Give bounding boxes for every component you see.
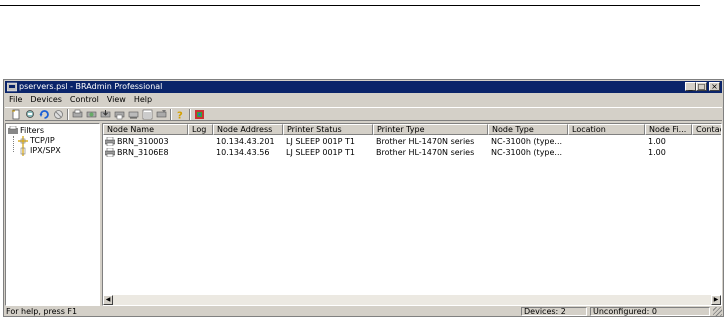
status-devices: Devices: 2 — [521, 307, 587, 316]
column-header[interactable]: Printer Type — [373, 124, 488, 135]
network-icon — [20, 146, 26, 156]
status-help: For help, press F1 — [6, 307, 78, 316]
search-devices-icon[interactable] — [25, 109, 36, 120]
load-firmware-icon[interactable] — [100, 109, 111, 120]
menu-devices[interactable]: Devices — [26, 94, 66, 106]
cell-node-firmware: 1.00 — [648, 148, 666, 157]
maximize-button[interactable]: □ — [696, 82, 707, 91]
cell-node-type: NC-3100h (type... — [491, 148, 563, 157]
column-header[interactable]: Contac — [692, 124, 721, 135]
cell-printer-type: Brother HL-1470N series — [376, 148, 475, 157]
menu-control[interactable]: Control — [66, 94, 103, 106]
app-window: pservers.psl - BRAdmin Professional _ □ … — [3, 79, 724, 317]
filters-icon — [8, 126, 18, 134]
menu-help[interactable]: Help — [130, 94, 156, 106]
column-header[interactable]: Node Type — [488, 124, 568, 135]
send-file-icon[interactable] — [114, 109, 125, 120]
cell-node-firmware: 1.00 — [648, 137, 666, 146]
toolbar-separator — [189, 109, 191, 120]
horizontal-scrollbar[interactable]: ◀ ▶ — [103, 295, 721, 305]
cell-location — [571, 147, 643, 158]
cell-node-name: BRN_310003 — [117, 137, 169, 146]
tree-item-tcpip[interactable]: TCP/IP — [30, 136, 55, 146]
scroll-left-icon[interactable]: ◀ — [103, 295, 113, 305]
cell-contact — [695, 136, 721, 147]
help-icon[interactable]: ? — [175, 109, 186, 121]
window-title: pservers.psl - BRAdmin Professional — [19, 82, 163, 91]
cell-log — [191, 136, 211, 147]
title-bar[interactable]: pservers.psl - BRAdmin Professional _ □ … — [5, 81, 722, 93]
cell-printer-type: Brother HL-1470N series — [376, 137, 475, 146]
window-controls: _ □ × — [685, 82, 720, 92]
svg-text:?: ? — [177, 111, 183, 121]
toolbar-separator — [170, 109, 172, 120]
column-header[interactable]: Node Address — [213, 124, 283, 135]
toolbar-separator — [67, 109, 69, 120]
cell-printer-status: LJ SLEEP 001P T1 — [286, 137, 355, 146]
filter-tree: Filters TCP/IP IPX/SPX — [5, 123, 100, 306]
printer-icon — [105, 137, 115, 146]
cell-contact — [695, 147, 721, 158]
about-icon[interactable] — [194, 109, 205, 120]
table-row[interactable]: BRN_310003 10.134.43.201 LJ SLEEP 001P T… — [103, 136, 721, 147]
resize-grip-icon[interactable] — [713, 307, 722, 316]
cell-node-name: BRN_3106E8 — [117, 148, 169, 157]
column-header[interactable]: Location — [568, 124, 645, 135]
toolbar: ? — [5, 107, 722, 121]
close-button[interactable]: × — [709, 82, 720, 91]
status-unconfigured: Unconfigured: 0 — [590, 307, 710, 316]
menu-view[interactable]: View — [103, 94, 130, 106]
menu-bar: File Devices Control View Help — [5, 94, 722, 106]
stop-icon[interactable] — [53, 109, 64, 120]
scroll-right-icon[interactable]: ▶ — [711, 295, 721, 305]
cell-node-address: 10.134.43.201 — [216, 137, 275, 146]
refresh-icon[interactable] — [39, 109, 50, 120]
page-rule — [0, 5, 700, 6]
new-icon[interactable] — [11, 109, 22, 120]
tree-root-filters[interactable]: Filters — [20, 126, 44, 136]
column-header[interactable]: Node Fi... — [645, 124, 692, 135]
filter-icon[interactable] — [156, 109, 167, 120]
status-bar: For help, press F1 Devices: 2 Unconfigur… — [5, 307, 722, 316]
printer-icon — [105, 148, 115, 157]
view-icon[interactable] — [128, 109, 139, 120]
column-header[interactable]: Node Name — [103, 124, 188, 135]
menu-file[interactable]: File — [5, 94, 26, 106]
cell-node-type: NC-3100h (type... — [491, 137, 563, 146]
cell-log — [191, 147, 211, 158]
column-header[interactable]: Log — [188, 124, 213, 135]
tree-connector — [13, 136, 15, 152]
list-icon[interactable] — [142, 109, 153, 120]
cell-printer-status: LJ SLEEP 001P T1 — [286, 148, 355, 157]
cell-node-address: 10.134.43.56 — [216, 148, 270, 157]
network-icon — [18, 136, 28, 146]
configure-icon[interactable] — [72, 109, 83, 120]
column-header[interactable]: Printer Status — [283, 124, 373, 135]
web-config-icon[interactable] — [86, 109, 97, 120]
column-headers: Node Name Log Node Address Printer Statu… — [103, 124, 721, 135]
table-row[interactable]: BRN_3106E8 10.134.43.56 LJ SLEEP 001P T1… — [103, 147, 721, 158]
tree-item-ipxspx[interactable]: IPX/SPX — [30, 146, 61, 156]
device-list: Node Name Log Node Address Printer Statu… — [102, 123, 722, 306]
minimize-button[interactable]: _ — [685, 82, 696, 91]
cell-location — [571, 136, 643, 147]
app-icon — [7, 82, 17, 92]
